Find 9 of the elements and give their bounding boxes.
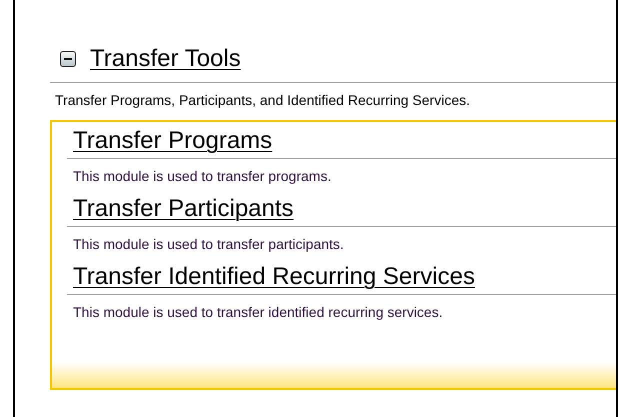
collapse-icon[interactable] <box>60 51 76 67</box>
section-title[interactable]: Transfer Tools <box>90 45 241 73</box>
module-link[interactable]: Transfer Participants <box>73 194 294 224</box>
module-description: This module is used to transfer identified recurring services. <box>72 303 444 322</box>
section-description: Transfer Programs, Participants, and Identified Recurring Services. <box>55 91 471 110</box>
module-description: This module is used to transfer participants. <box>72 235 345 254</box>
module-link[interactable]: Transfer Programs <box>73 126 272 156</box>
module-link[interactable]: Transfer Identified Recurring Services <box>73 262 475 292</box>
module-description: This module is used to transfer programs. <box>72 167 332 186</box>
